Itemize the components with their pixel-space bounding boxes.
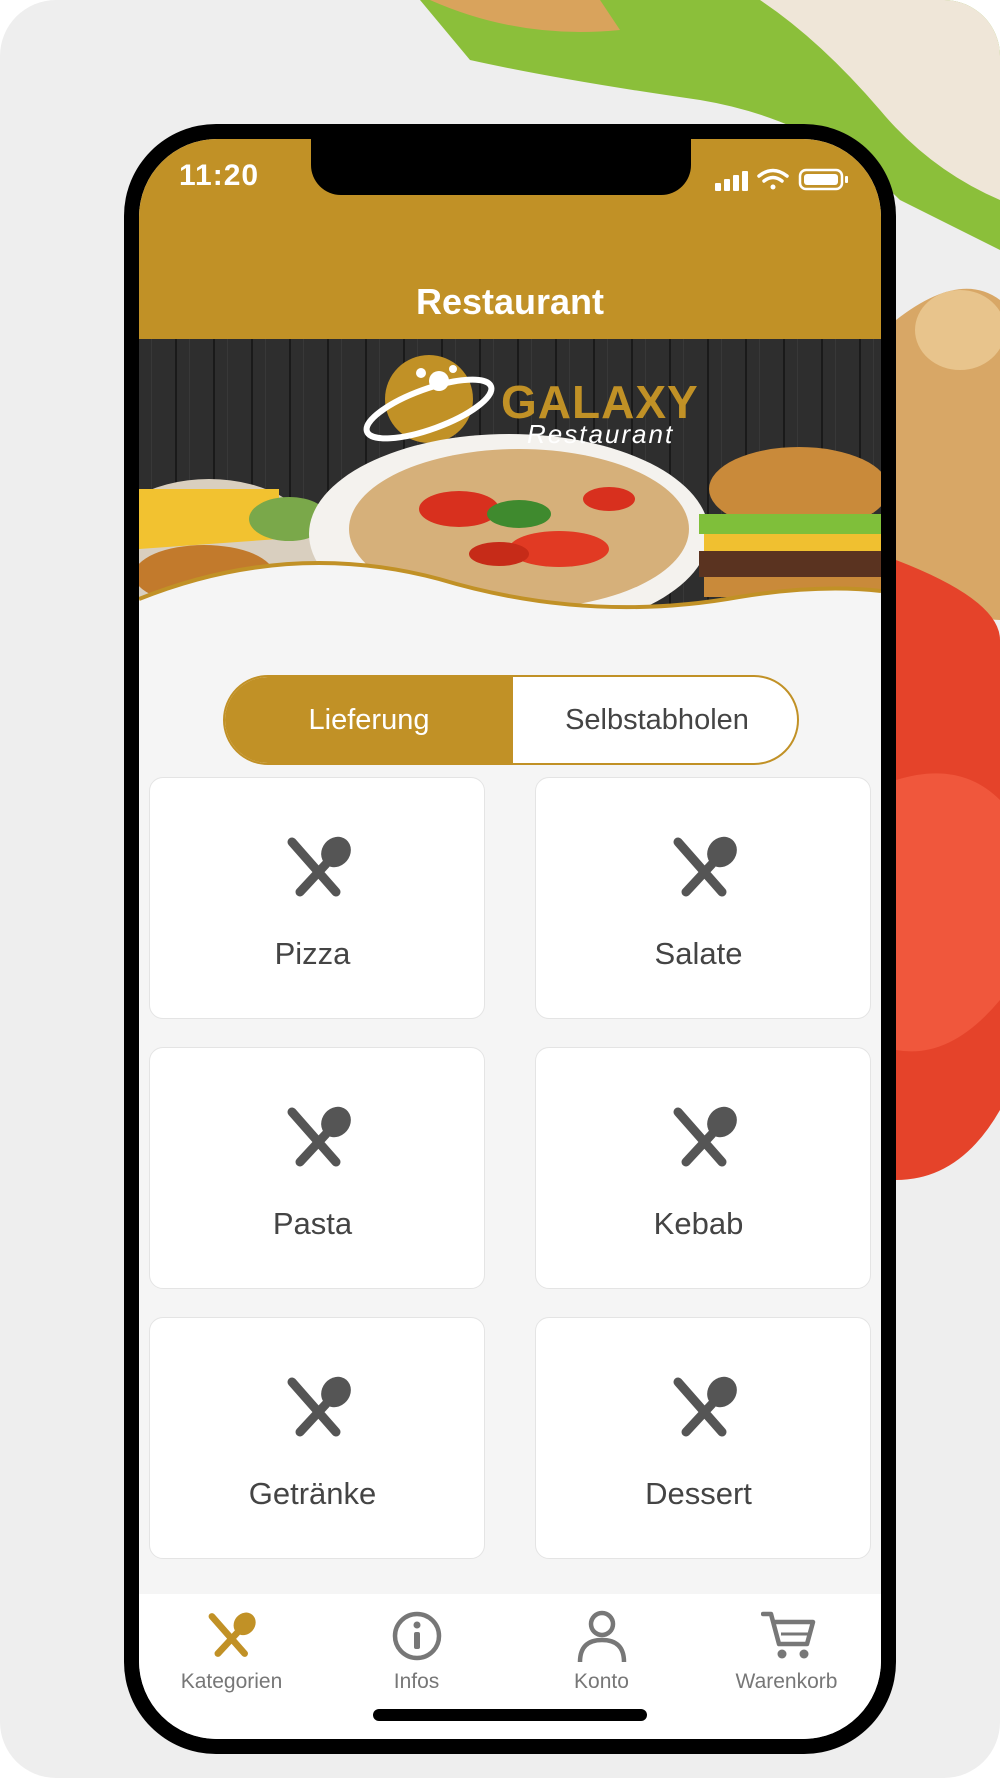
category-card-getraenke[interactable]: Getränke [149, 1317, 485, 1559]
info-icon [392, 1611, 442, 1661]
tab-label: Kategorien [180, 1670, 283, 1693]
phone-frame: 11:20 Restaurant GALAXY Restaurant Liefe… [124, 124, 896, 1754]
tab-label: Warenkorb [735, 1670, 838, 1693]
category-label: Pizza [274, 936, 351, 971]
cellular-signal-icon [715, 171, 748, 191]
category-label: Getränke [248, 1476, 377, 1511]
home-indicator [373, 1709, 647, 1721]
cutlery-icon [673, 1376, 737, 1437]
category-label: Dessert [645, 1476, 752, 1511]
toggle-delivery[interactable]: Lieferung [225, 677, 513, 763]
category-label: Pasta [272, 1206, 353, 1241]
status-time: 11:20 [179, 159, 260, 192]
status-icons [715, 168, 848, 191]
wifi-icon [757, 168, 789, 190]
category-label: Salate [654, 936, 743, 971]
category-card-pizza[interactable]: Pizza [149, 777, 485, 1019]
category-card-pasta[interactable]: Pasta [149, 1047, 485, 1289]
category-card-dessert[interactable]: Dessert [535, 1317, 871, 1559]
page-title: Restaurant [415, 281, 605, 322]
category-label: Kebab [653, 1206, 744, 1241]
tab-label: Konto [574, 1670, 629, 1693]
category-card-salate[interactable]: Salate [535, 777, 871, 1019]
tab-kategorien[interactable]: Kategorien [139, 1594, 324, 1704]
cart-icon [761, 1611, 816, 1659]
user-icon [577, 1610, 627, 1663]
cutlery-icon [673, 1106, 737, 1167]
tab-infos[interactable]: Infos [324, 1594, 509, 1704]
tab-konto[interactable]: Konto [509, 1594, 694, 1704]
cutlery-icon [287, 1376, 351, 1437]
phone-screen: 11:20 Restaurant GALAXY Restaurant Liefe… [139, 139, 881, 1739]
restaurant-banner: GALAXY Restaurant [139, 339, 881, 649]
cutlery-icon [673, 836, 737, 897]
cutlery-icon [287, 1106, 351, 1167]
cutlery-icon [287, 836, 351, 897]
brand-subtitle: Restaurant [527, 419, 675, 449]
tab-warenkorb[interactable]: Warenkorb [694, 1594, 879, 1704]
battery-icon [798, 168, 848, 191]
order-mode-toggle: Lieferung Selbstabholen [223, 675, 799, 765]
tab-label: Infos [393, 1670, 440, 1693]
toggle-pickup[interactable]: Selbstabholen [513, 677, 797, 763]
cutlery-icon [208, 1612, 256, 1657]
notch [311, 139, 691, 195]
category-card-kebab[interactable]: Kebab [535, 1047, 871, 1289]
